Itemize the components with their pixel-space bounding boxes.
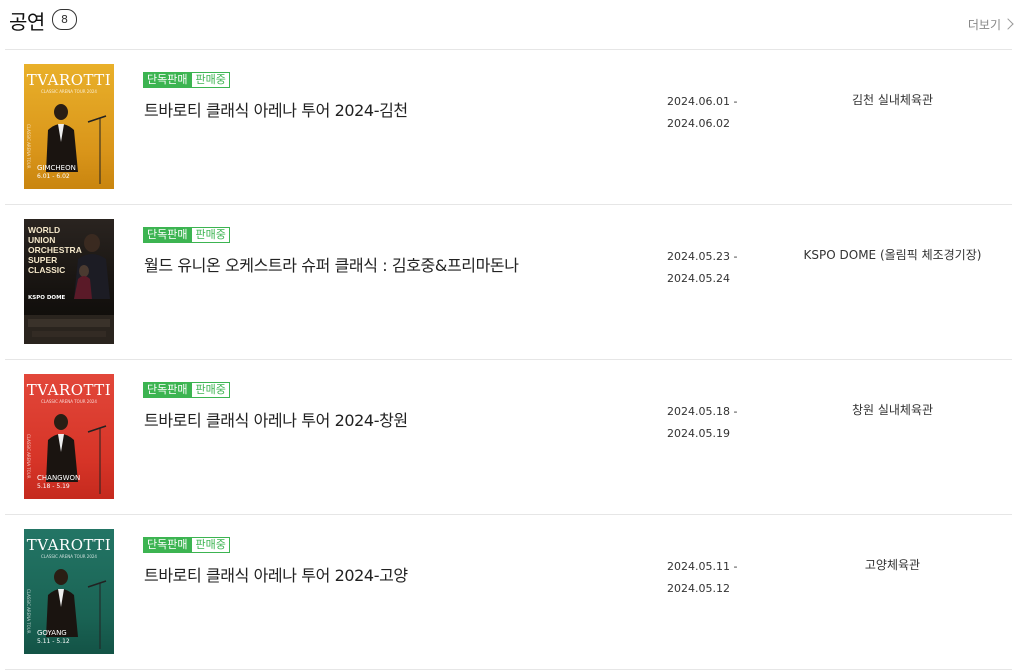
date-start: 2024.05.18 -: [667, 405, 738, 418]
badge-group: 단독판매 판매중: [143, 72, 230, 88]
venue: 창원 실내체육관: [851, 403, 934, 417]
date-start: 2024.05.11 -: [667, 560, 738, 573]
poster-dates: 5.18 - 5.19: [37, 483, 70, 490]
performance-dates: 2024.06.01 - 2024.06.02: [667, 91, 737, 135]
section-header: 공연 8 더보기: [0, 0, 1030, 50]
performance-title[interactable]: 월드 유니온 오케스트라 슈퍼 클래식 : 김호중&프리마돈나: [144, 252, 519, 276]
poster-city: GIMCHEON: [37, 164, 76, 172]
venue: 김천 실내체육관: [851, 93, 934, 107]
date-end: 2024.05.24: [667, 272, 730, 285]
poster-subtitle: CLASSIC ARENA TOUR 2024: [41, 89, 97, 94]
poster-subtitle: CLASSIC ARENA TOUR 2024: [41, 554, 97, 559]
list-item[interactable]: TVAROTTI CLASSIC ARENA TOUR 2024 CLASSIC…: [5, 360, 1012, 515]
date-end: 2024.05.19: [667, 427, 730, 440]
performance-title[interactable]: 트바로티 클래식 아레나 투어 2024-김천: [144, 97, 408, 121]
poster-city: CHANGWON: [37, 474, 81, 482]
venue: 고양체육관: [864, 558, 921, 572]
poster-dates: 6.01 - 6.02: [37, 173, 70, 180]
date-start: 2024.06.01 -: [667, 95, 738, 108]
poster-side-text: CLASSIC ARENA TOUR: [26, 124, 31, 169]
poster-image[interactable]: TVAROTTI CLASSIC ARENA TOUR 2024 CLASSIC…: [24, 64, 114, 189]
poster-subtitle: CLASSIC ARENA TOUR 2024: [41, 399, 97, 404]
more-label: 더보기: [967, 18, 1001, 32]
singer-figure: [46, 104, 78, 172]
poster-side-text: CLASSIC ARENA TOUR: [26, 434, 31, 479]
performance-dates: 2024.05.23 - 2024.05.24: [667, 246, 737, 290]
date-end: 2024.05.12: [667, 582, 730, 595]
poster-title: TVAROTTI: [26, 536, 112, 554]
badge-group: 단독판매 판매중: [143, 537, 230, 553]
singer-figure: [46, 569, 78, 637]
on-sale-badge: 판매중: [191, 382, 230, 398]
singer-figure: [46, 414, 78, 482]
orchestra-image: [24, 315, 114, 344]
poster-image[interactable]: TVAROTTI CLASSIC ARENA TOUR 2024 CLASSIC…: [24, 529, 114, 654]
venue: KSPO DOME (올림픽 체조경기장): [803, 248, 982, 262]
exclusive-badge: 단독판매: [143, 227, 192, 243]
list-item[interactable]: TVAROTTI CLASSIC ARENA TOUR 2024 CLASSIC…: [5, 50, 1012, 205]
chevron-right-icon: [1002, 18, 1014, 30]
poster-title: WORLD UNION ORCHESTRA SUPER CLASSIC: [28, 225, 82, 275]
performance-list: TVAROTTI CLASSIC ARENA TOUR 2024 CLASSIC…: [5, 49, 1012, 670]
on-sale-badge: 판매중: [191, 537, 230, 553]
poster-image[interactable]: TVAROTTI CLASSIC ARENA TOUR 2024 CLASSIC…: [24, 374, 114, 499]
performance-title[interactable]: 트바로티 클래식 아레나 투어 2024-고양: [144, 562, 408, 586]
date-start: 2024.05.23 -: [667, 250, 738, 263]
mic-stand-icon: [87, 425, 107, 494]
badge-group: 단독판매 판매중: [143, 382, 230, 398]
poster-dates: 5.11 - 5.12: [37, 638, 70, 645]
more-link[interactable]: 더보기: [967, 16, 1014, 33]
mic-stand-icon: [87, 580, 107, 649]
poster-image[interactable]: WORLD UNION ORCHESTRA SUPER CLASSIC KSPO…: [24, 219, 114, 344]
poster-title: TVAROTTI: [26, 381, 112, 399]
poster-side-text: CLASSIC ARENA TOUR: [26, 589, 31, 634]
poster-city: KSPO DOME: [28, 295, 66, 301]
exclusive-badge: 단독판매: [143, 382, 192, 398]
count-badge: 8: [52, 9, 77, 30]
badge-group: 단독판매 판매중: [143, 227, 230, 243]
performance-dates: 2024.05.18 - 2024.05.19: [667, 401, 737, 445]
on-sale-badge: 판매중: [191, 72, 230, 88]
exclusive-badge: 단독판매: [143, 537, 192, 553]
poster-title: TVAROTTI: [26, 71, 112, 89]
performance-title[interactable]: 트바로티 클래식 아레나 투어 2024-창원: [144, 407, 408, 431]
singer-figure: [74, 234, 110, 299]
list-item[interactable]: WORLD UNION ORCHESTRA SUPER CLASSIC KSPO…: [5, 205, 1012, 360]
date-end: 2024.06.02: [667, 117, 730, 130]
mic-stand-icon: [87, 115, 107, 184]
performance-dates: 2024.05.11 - 2024.05.12: [667, 556, 737, 600]
list-item[interactable]: TVAROTTI CLASSIC ARENA TOUR 2024 CLASSIC…: [5, 515, 1012, 670]
poster-city: GOYANG: [37, 629, 67, 637]
section-title: 공연: [9, 10, 45, 34]
on-sale-badge: 판매중: [191, 227, 230, 243]
exclusive-badge: 단독판매: [143, 72, 192, 88]
